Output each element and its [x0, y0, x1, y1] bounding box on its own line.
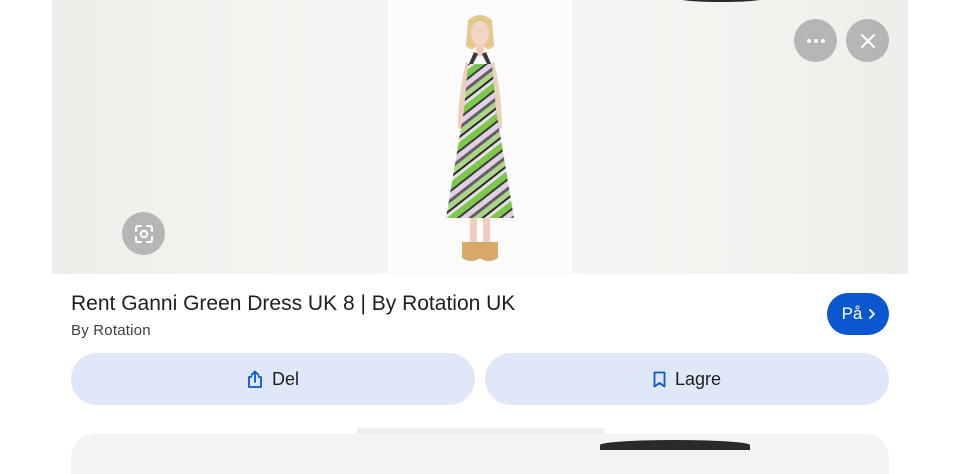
share-button-label: Del — [271, 368, 299, 389]
chevron-right-icon — [869, 309, 876, 319]
bookmark-icon — [653, 371, 666, 387]
visit-button-label: På — [841, 304, 863, 323]
more-horizontal-icon — [806, 38, 825, 43]
related-results-card[interactable] — [71, 434, 889, 474]
image-background-left — [52, 0, 388, 274]
product-image[interactable] — [388, 0, 572, 274]
close-button[interactable] — [846, 19, 889, 62]
share-button[interactable]: Del — [71, 353, 475, 405]
more-options-button[interactable] — [794, 19, 837, 62]
close-icon — [860, 33, 875, 48]
visit-button[interactable]: På — [827, 293, 889, 335]
source-name: By Rotation — [71, 322, 151, 339]
product-title[interactable]: Rent Ganni Green Dress UK 8 | By Rotatio… — [71, 292, 515, 316]
google-lens-icon[interactable] — [122, 212, 165, 255]
related-image-edge — [600, 440, 750, 450]
save-button[interactable]: Lagre — [485, 353, 889, 405]
image-preview — [52, 0, 908, 274]
dress-model-illustration — [446, 15, 514, 261]
share-icon — [248, 370, 262, 388]
save-button-label: Lagre — [674, 368, 722, 389]
